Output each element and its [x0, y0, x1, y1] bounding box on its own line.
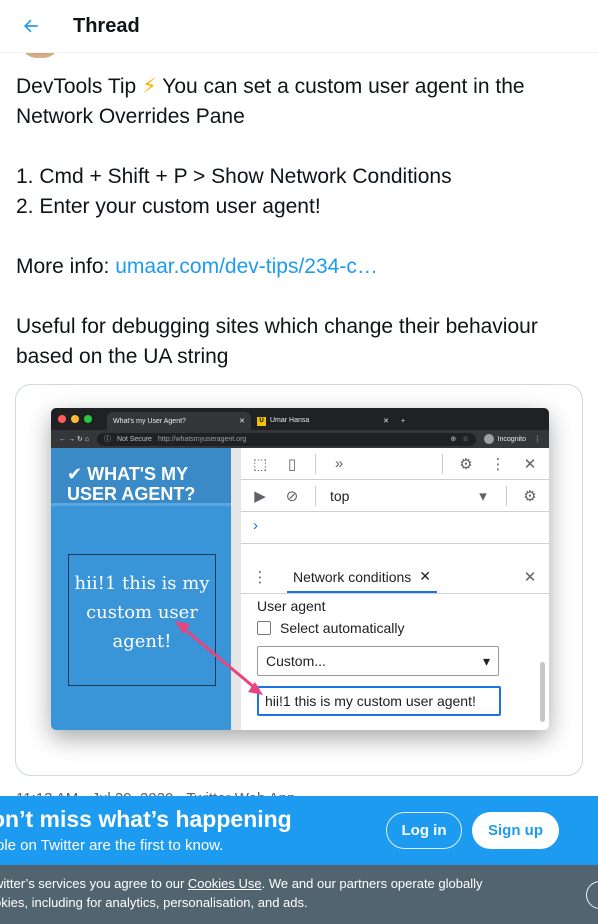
tweet-text: DevTools Tip ⚡ You can set a custom user…: [16, 72, 586, 372]
tweet-media[interactable]: What's my User Agent? ✕ U Umar Hansa ✕ + ← …: [15, 384, 583, 776]
signup-banner: on’t miss what’s happening ple on Twitte…: [0, 796, 598, 865]
more-info-label: More info:: [16, 255, 116, 278]
thread-header: Thread: [0, 0, 598, 53]
pink-arrow-icon: [175, 621, 263, 695]
page-title: Thread: [73, 14, 140, 37]
back-button[interactable]: [15, 10, 47, 42]
cookie-text-line2: okies, including for analytics, personal…: [0, 895, 308, 910]
tweet-closing: Useful for debugging sites which change …: [16, 315, 538, 368]
login-button[interactable]: Log in: [386, 812, 462, 849]
cookies-use-link[interactable]: Cookies Use: [188, 876, 262, 891]
signup-button[interactable]: Sign up: [472, 812, 559, 849]
lightning-emoji: ⚡: [142, 75, 157, 98]
tweet-step2: 2. Enter your custom user agent!: [16, 195, 321, 218]
devtools-screenshot: What's my User Agent? ✕ U Umar Hansa ✕ + ← …: [51, 408, 549, 730]
cookie-banner: witter’s services you agree to our Cooki…: [0, 865, 598, 924]
more-info-link[interactable]: umaar.com/dev-tips/234-c…: [115, 255, 378, 278]
tweet-step1: 1. Cmd + Shift + P > Show Network Condit…: [16, 165, 452, 188]
signup-subtitle: ple on Twitter are the first to know.: [0, 837, 224, 854]
signup-title: on’t miss what’s happening: [0, 806, 292, 832]
cookie-text-end: . We and our partners operate globally: [261, 876, 483, 891]
cookie-close-button[interactable]: [586, 881, 598, 909]
cookie-text-start: witter’s services you agree to our: [0, 876, 188, 891]
tweet-line1: DevTools Tip: [16, 75, 137, 98]
arrow-left-icon: [24, 19, 38, 33]
cookie-text: witter’s services you agree to our Cooki…: [0, 874, 554, 912]
